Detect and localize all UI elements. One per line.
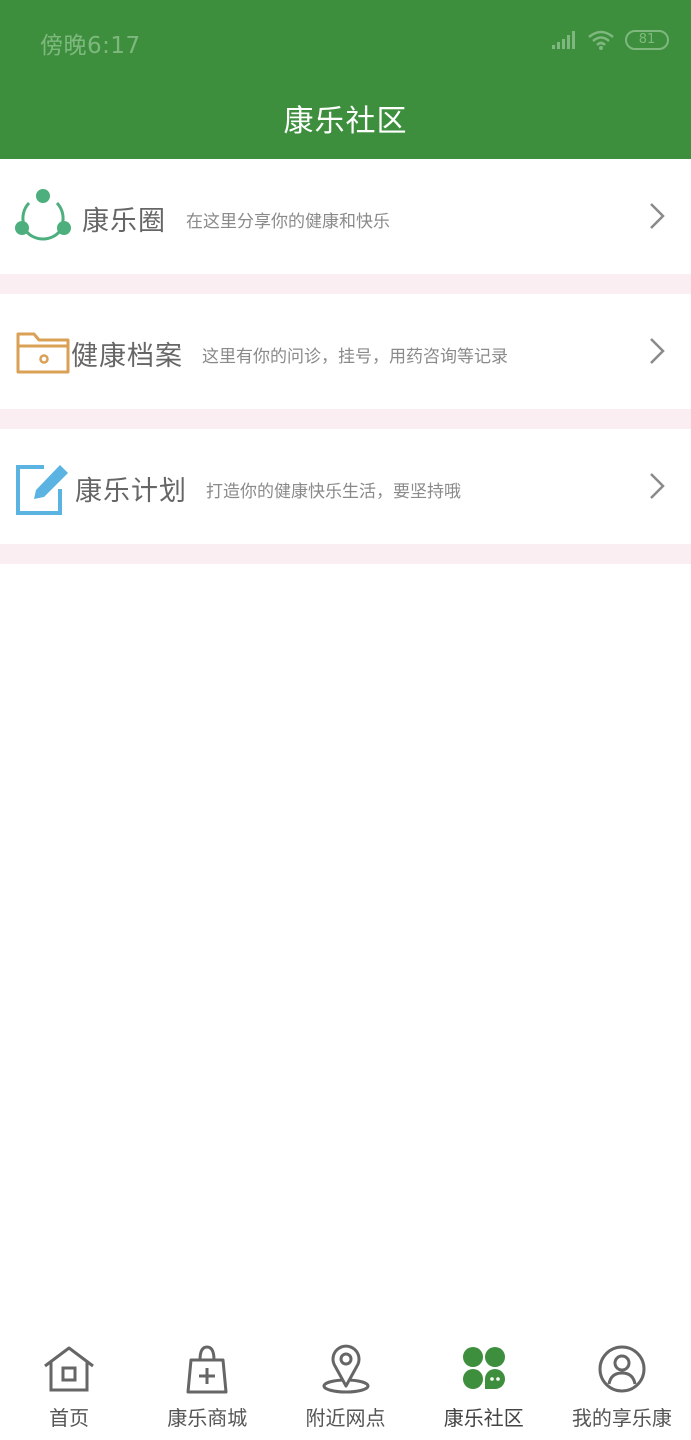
menu-item-kangle-plan[interactable]: 康乐计划 打造你的健康快乐生活，要坚持哦: [0, 429, 691, 544]
bottom-tab-bar: 首页 康乐商城 附近网点 康乐社区 我的享乐康: [0, 1330, 691, 1440]
status-icons: 81: [551, 26, 669, 54]
menu-item-kangle-circle[interactable]: 康乐圈 在这里分享你的健康和快乐: [0, 159, 691, 274]
chevron-right-icon: [650, 338, 665, 364]
signal-icon: [552, 31, 575, 49]
section-divider: [0, 409, 691, 429]
section-divider: [0, 274, 691, 294]
tab-label: 附近网点: [305, 1406, 386, 1430]
tab-mall[interactable]: 康乐商城: [138, 1330, 276, 1440]
community-menu-list: 康乐圈 在这里分享你的健康和快乐 健康档案 这里有你的问诊，挂号，用药咨询等记录…: [0, 159, 691, 564]
section-divider: [0, 544, 691, 564]
user-icon: [598, 1345, 646, 1393]
tab-community[interactable]: 康乐社区: [415, 1330, 553, 1440]
menu-item-subtitle: 在这里分享你的健康和快乐: [186, 212, 390, 232]
tab-home[interactable]: 首页: [0, 1330, 138, 1440]
tab-nearby[interactable]: 附近网点: [276, 1330, 414, 1440]
menu-item-title: 康乐计划: [75, 476, 187, 507]
app-header: 傍晚6:17 81 康乐社区: [0, 0, 691, 159]
menu-item-subtitle: 打造你的健康快乐生活，要坚持哦: [206, 482, 461, 502]
menu-item-subtitle: 这里有你的问诊，挂号，用药咨询等记录: [202, 347, 508, 367]
home-icon: [44, 1346, 94, 1392]
menu-item-title: 健康档案: [71, 341, 183, 372]
share-circle-icon: [15, 189, 71, 241]
status-time: 傍晚6:17: [40, 33, 141, 59]
page-title: 康乐社区: [283, 104, 408, 139]
location-pin-icon: [322, 1344, 369, 1394]
battery-indicator: 81: [625, 30, 669, 50]
menu-item-health-records[interactable]: 健康档案 这里有你的问诊，挂号，用药咨询等记录: [0, 294, 691, 409]
tab-label: 我的享乐康: [571, 1406, 672, 1430]
tab-label: 首页: [49, 1406, 90, 1430]
tab-label: 康乐社区: [443, 1406, 524, 1430]
community-icon: [462, 1347, 505, 1389]
shopping-bag-icon: [186, 1345, 228, 1394]
chevron-right-icon: [650, 203, 665, 229]
wifi-icon: [588, 30, 614, 50]
status-bar: 傍晚6:17 81: [0, 0, 691, 80]
tab-label: 康乐商城: [167, 1406, 248, 1430]
folder-icon: [16, 332, 70, 374]
chevron-right-icon: [650, 473, 665, 499]
menu-item-title: 康乐圈: [82, 206, 166, 237]
edit-icon: [16, 465, 68, 515]
tab-profile[interactable]: 我的享乐康: [553, 1330, 691, 1440]
